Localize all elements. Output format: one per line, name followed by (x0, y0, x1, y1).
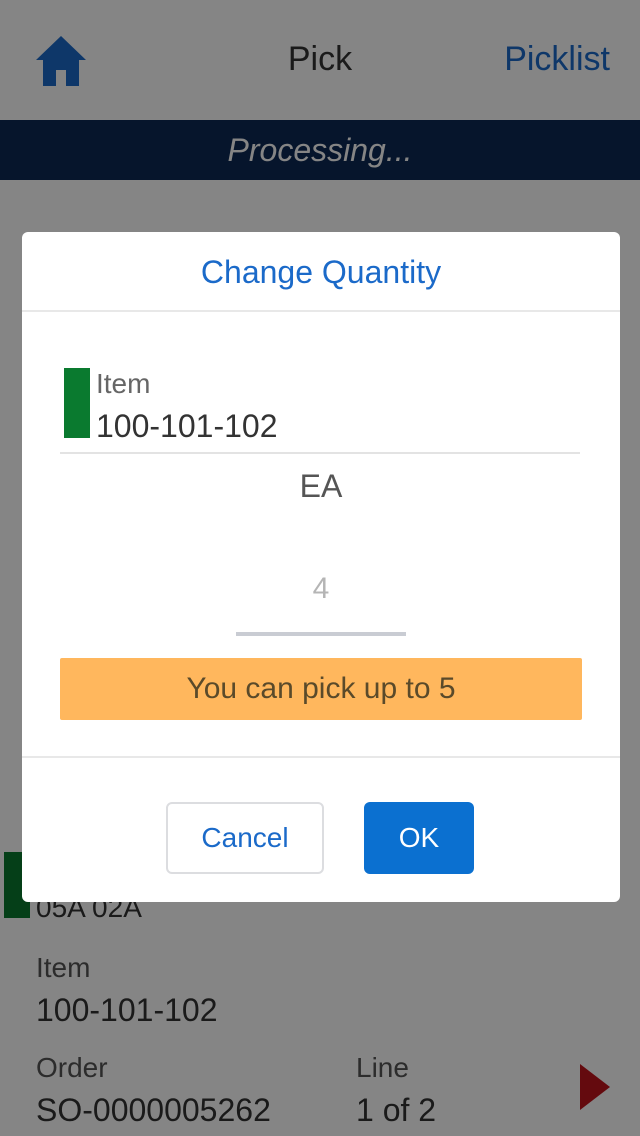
item-marker (64, 368, 90, 438)
quantity-input[interactable] (236, 546, 406, 636)
divider (22, 756, 620, 758)
dialog-item-value: 100-101-102 (96, 408, 278, 444)
dialog-header: Change Quantity (22, 232, 620, 312)
max-quantity-notice: You can pick up to 5 (60, 658, 582, 720)
divider (60, 452, 580, 454)
dialog-item-label: Item (96, 368, 151, 399)
change-quantity-dialog: Change Quantity Item 100-101-102 EA You … (22, 232, 620, 902)
unit-of-measure: EA (299, 468, 343, 504)
dialog-title: Change Quantity (200, 254, 442, 290)
ok-button[interactable]: OK (364, 802, 474, 874)
cancel-button[interactable]: Cancel (166, 802, 324, 874)
